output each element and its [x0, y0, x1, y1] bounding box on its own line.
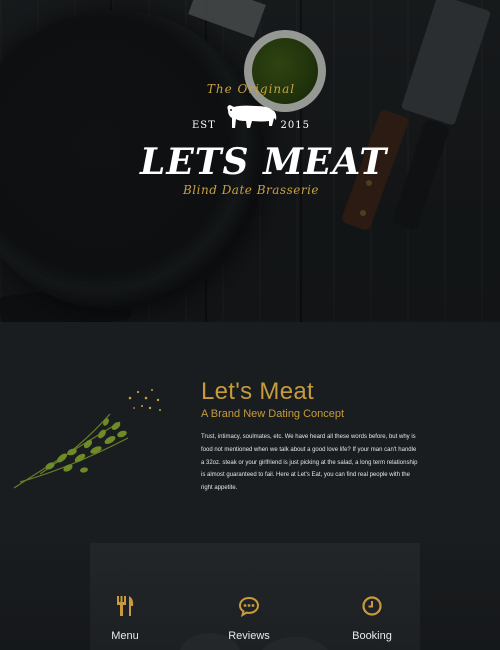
intro-body: Trust, intimacy, soulmates, etc. We have…: [201, 434, 418, 492]
nav-label-menu: Menu: [111, 630, 139, 642]
intro-section: Let's Meat A Brand New Dating Concept Tr…: [0, 322, 500, 543]
hero-section: The Original EST 2015 LETS MEAT Blind Da…: [0, 0, 500, 322]
fork-knife-icon: [117, 596, 134, 616]
est-label: EST: [192, 120, 216, 131]
nav-item-reviews[interactable]: Reviews: [199, 595, 299, 642]
intro-title: Let's Meat: [201, 378, 314, 405]
nav-label-booking: Booking: [352, 630, 392, 642]
intro-subtitle: A Brand New Dating Concept: [201, 408, 345, 420]
brand-logo[interactable]: The Original EST 2015 LETS MEAT Blind Da…: [140, 82, 388, 202]
cow-icon: [227, 105, 277, 128]
page: The Original EST 2015 LETS MEAT Blind Da…: [0, 0, 500, 650]
est-year: 2015: [280, 120, 310, 131]
intro-text-block: Let's Meat A Brand New Dating Concept Tr…: [201, 377, 421, 495]
nav-item-menu[interactable]: Menu: [75, 595, 175, 642]
logo-subtitle: Blind Date Brasserie: [182, 183, 320, 197]
clock-icon: [362, 596, 382, 616]
speech-bubble-icon: [238, 596, 260, 617]
herb-image: [13, 389, 161, 489]
logo-tagline: The Original: [206, 82, 296, 96]
feature-nav-section: Menu Reviews Booking: [0, 543, 500, 650]
nav-item-booking[interactable]: Booking: [322, 595, 422, 642]
nav-label-reviews: Reviews: [228, 630, 270, 642]
bg-band: [420, 543, 500, 650]
logo-title: LETS MEAT: [140, 141, 388, 183]
